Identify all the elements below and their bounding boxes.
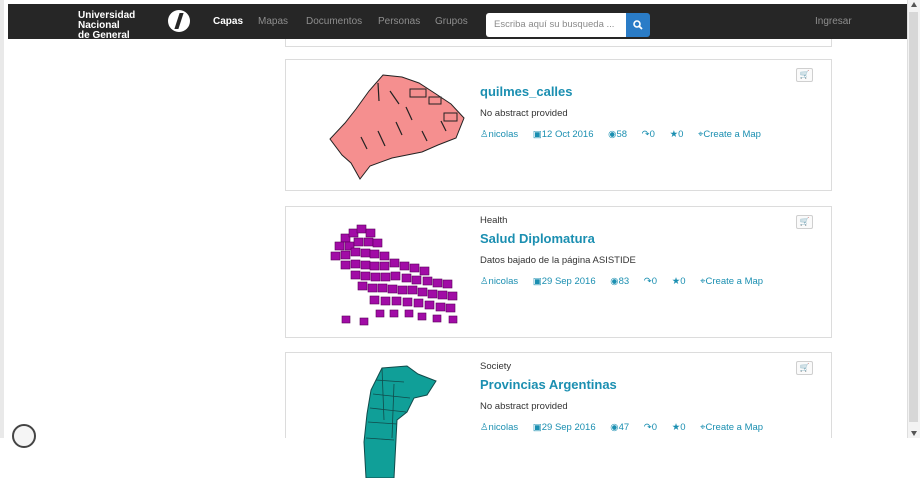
- shares-count: ↷0: [641, 129, 655, 140]
- layer-card: Society Provincias Argentinas No abstrac…: [285, 352, 832, 478]
- date-link[interactable]: ▣29 Sep 2016: [533, 276, 602, 287]
- layer-metadata: Health Salud Diplomatura Datos bajado de…: [480, 215, 780, 287]
- rating-count: ★0: [671, 422, 686, 433]
- rating-count: ★0: [671, 276, 686, 287]
- layer-title-link[interactable]: Salud Diplomatura: [480, 231, 780, 247]
- nav-documentos[interactable]: Documentos: [306, 16, 362, 27]
- layer-thumbnail-provincias-argentinas[interactable]: [306, 360, 471, 478]
- nav-mapas[interactable]: Mapas: [258, 16, 288, 27]
- search-icon: [633, 20, 643, 30]
- layer-card: quilmes_calles No abstract provided ♙nic…: [285, 59, 832, 191]
- layer-thumbnail-quilmes-calles[interactable]: [306, 67, 471, 185]
- layer-title-link[interactable]: Provincias Argentinas: [480, 377, 780, 393]
- nav-grupos[interactable]: Grupos: [435, 16, 468, 27]
- owner-link[interactable]: ♙nicolas: [480, 129, 524, 140]
- login-link[interactable]: Ingresar: [815, 16, 852, 27]
- rating-count: ★0: [669, 129, 684, 140]
- layer-info-links: ♙nicolas ▣29 Sep 2016 ◉83 ↷0 ★0 ⌖Create …: [480, 276, 780, 287]
- scroll-up-icon[interactable]: [911, 2, 917, 7]
- layer-metadata: quilmes_calles No abstract provided ♙nic…: [480, 68, 780, 140]
- views-count: ◉58: [608, 129, 628, 140]
- shares-count: ↷0: [643, 422, 658, 433]
- add-to-cart-button[interactable]: 🛒: [796, 361, 813, 375]
- search-button[interactable]: [626, 13, 650, 37]
- layer-category: [480, 68, 780, 82]
- create-map-link[interactable]: ⌖Create a Map: [700, 422, 769, 433]
- nav-capas[interactable]: Capas: [213, 16, 243, 27]
- add-to-cart-button[interactable]: 🛒: [796, 215, 813, 229]
- browser-page: Universidad Nacional de General Sarmient…: [0, 0, 920, 478]
- layer-category: Society: [480, 361, 512, 372]
- owner-link[interactable]: ♙nicolas: [480, 422, 524, 433]
- owner-link[interactable]: ♙nicolas: [480, 276, 524, 287]
- create-map-link[interactable]: ⌖Create a Map: [700, 276, 769, 287]
- layer-card: Health Salud Diplomatura Datos bajado de…: [285, 206, 832, 338]
- add-to-cart-button[interactable]: 🛒: [796, 68, 813, 82]
- date-link[interactable]: ▣12 Oct 2016: [533, 129, 600, 140]
- date-link[interactable]: ▣29 Sep 2016: [533, 422, 602, 433]
- layer-thumbnail-salud-diplomatura[interactable]: [306, 214, 471, 332]
- vertical-scrollbar[interactable]: [907, 0, 920, 438]
- scrollbar-thumb[interactable]: [909, 12, 918, 422]
- cart-icon: 🛒: [799, 217, 810, 226]
- views-count: ◉47: [610, 422, 630, 433]
- loading-spinner-icon: [12, 424, 36, 448]
- layer-metadata: Society Provincias Argentinas No abstrac…: [480, 361, 780, 433]
- layer-title-link[interactable]: quilmes_calles: [480, 84, 780, 100]
- university-logo-mark-icon[interactable]: [168, 10, 190, 32]
- scroll-down-icon[interactable]: [911, 431, 917, 436]
- top-navigation: Universidad Nacional de General Sarmient…: [8, 4, 912, 51]
- search-input[interactable]: Escriba aquí su busqueda ...: [486, 13, 626, 37]
- layer-abstract: No abstract provided: [480, 401, 568, 412]
- layer-info-links: ♙nicolas ▣12 Oct 2016 ◉58 ↷0 ★0 ⌖Create …: [480, 129, 780, 140]
- layer-info-links: ♙nicolas ▣29 Sep 2016 ◉47 ↷0 ★0 ⌖Create …: [480, 422, 780, 433]
- previous-result-card: [285, 39, 832, 47]
- views-count: ◉83: [610, 276, 630, 287]
- layer-category: Health: [480, 215, 508, 226]
- cart-icon: 🛒: [799, 70, 810, 79]
- cart-icon: 🛒: [799, 363, 810, 372]
- university-logo[interactable]: Universidad Nacional de General Sarmient…: [78, 11, 178, 51]
- shares-count: ↷0: [643, 276, 658, 287]
- nav-personas[interactable]: Personas: [378, 16, 420, 27]
- layer-abstract: No abstract provided: [480, 108, 568, 119]
- layer-abstract: Datos bajado de la página ASISTIDE: [480, 255, 636, 266]
- create-map-link[interactable]: ⌖Create a Map: [698, 129, 767, 140]
